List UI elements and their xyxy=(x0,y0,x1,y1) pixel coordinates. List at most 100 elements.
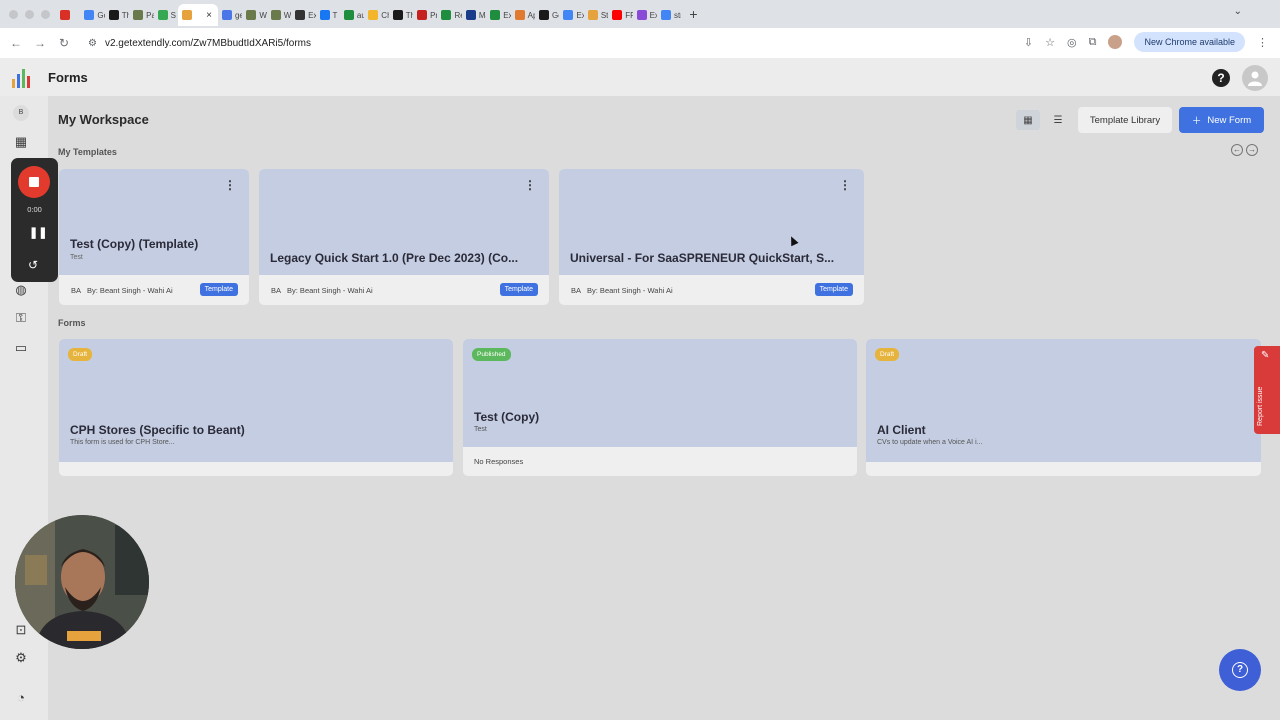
support-icon[interactable]: ◔ xyxy=(13,690,29,706)
author-initials: BA xyxy=(271,286,282,295)
browser-tab[interactable]: Step xyxy=(584,4,608,26)
help-icon[interactable]: ? xyxy=(1212,69,1230,87)
browser-tab[interactable]: × xyxy=(177,4,218,26)
new-form-label: New Form xyxy=(1207,114,1252,126)
browser-tab[interactable]: The xyxy=(105,4,129,26)
my-templates-heading: My Templates xyxy=(58,147,117,157)
site-info-icon[interactable]: ⚙ xyxy=(88,38,97,49)
tab-label: The xyxy=(121,10,130,20)
chat-icon[interactable]: ▭ xyxy=(13,340,29,356)
help-chat-button[interactable]: ? xyxy=(1219,649,1261,691)
template-library-button[interactable]: Template Library xyxy=(1078,107,1172,133)
scroll-right-icon[interactable]: → xyxy=(1246,144,1258,156)
browser-tab[interactable]: Chu xyxy=(364,4,389,26)
browser-tab[interactable]: Pay xyxy=(129,4,154,26)
gmail-icon xyxy=(60,10,70,20)
user-profile-icon[interactable] xyxy=(1242,65,1268,91)
form-title: AI Client xyxy=(877,423,926,437)
browser-tab[interactable]: Exte xyxy=(486,4,511,26)
template-card[interactable]: ⋮ Legacy Quick Start 1.0 (Pre Dec 2023) … xyxy=(259,169,549,305)
close-tab-icon[interactable]: × xyxy=(206,10,212,21)
forms-heading: Forms xyxy=(58,318,86,328)
maximize-window-icon[interactable] xyxy=(41,9,50,19)
form-card[interactable]: Draft CPH Stores (Specific to Beant) Thi… xyxy=(59,339,453,476)
browser-tab[interactable]: Exte xyxy=(291,4,316,26)
workspace-badge[interactable]: B xyxy=(13,105,29,121)
form-subtitle: Test xyxy=(474,426,487,433)
restart-icon[interactable]: ↺ xyxy=(28,258,38,272)
form-card[interactable]: Published Test (Copy) Test No Responses xyxy=(463,339,857,476)
install-app-icon[interactable]: ⇩ xyxy=(1024,36,1033,49)
browser-tab[interactable]: GoH xyxy=(535,4,559,26)
back-icon[interactable]: ← xyxy=(4,36,28,50)
browser-tabs: Goo The Pay S × getc Wah Wah Exte Tauth Chu The Pro R… xyxy=(56,0,681,28)
stop-recording-button[interactable] xyxy=(18,166,50,198)
google-icon xyxy=(84,10,95,20)
reload-icon[interactable]: ↻ xyxy=(52,36,76,50)
profile-avatar[interactable] xyxy=(1108,35,1123,49)
author-initials: BA xyxy=(571,286,582,295)
new-form-button[interactable]: ＋ New Form xyxy=(1179,107,1264,133)
browser-tab[interactable]: Exte xyxy=(559,4,584,26)
extensions-puzzle-icon[interactable]: ⧉ xyxy=(1089,36,1097,49)
close-window-icon[interactable] xyxy=(9,9,18,19)
browser-tab[interactable]: Mar xyxy=(462,4,486,26)
browser-tab[interactable]: FRE xyxy=(608,4,633,26)
more-options-icon[interactable]: ⋮ xyxy=(524,178,536,192)
tab-label: T xyxy=(332,10,338,20)
address-bar[interactable]: ⚙ v2.getextendly.com/Zw7MBbudtIdXARi5/fo… xyxy=(78,32,1068,54)
browser-tab[interactable]: Wah xyxy=(242,4,267,26)
dashboard-icon[interactable]: ▦ xyxy=(13,134,29,150)
tab-label: getc xyxy=(234,10,243,20)
browser-tab[interactable]: Rev xyxy=(437,4,462,26)
site-icon xyxy=(270,10,281,20)
lock-icon[interactable]: ⚿ xyxy=(13,310,29,326)
youtube-icon xyxy=(612,10,623,20)
new-tab-button[interactable]: + xyxy=(689,6,697,22)
list-view-icon[interactable]: ☰ xyxy=(1046,110,1070,130)
template-card[interactable]: ⋮ Universal - For SaaSPRENEUR QuickStart… xyxy=(559,169,864,305)
webcam-bubble[interactable] xyxy=(15,515,149,649)
browser-tab[interactable]: getc xyxy=(218,4,242,26)
browser-tab[interactable]: auth xyxy=(340,4,364,26)
pause-icon[interactable]: ❚❚ xyxy=(29,226,47,239)
browser-tab[interactable]: Pro xyxy=(413,4,437,26)
browser-toolbar: ← → ↻ ⚙ v2.getextendly.com/Zw7MBbudtIdXA… xyxy=(0,28,1280,58)
extension-icon[interactable]: ◎ xyxy=(1067,36,1077,49)
tab-label: Pay xyxy=(146,10,153,20)
browser-tab[interactable]: App xyxy=(511,4,535,26)
browser-tab[interactable]: Wah xyxy=(267,4,291,26)
extendly-icon xyxy=(587,10,598,20)
site-icon xyxy=(343,10,354,20)
tab-label: S xyxy=(170,10,176,20)
browser-tab[interactable]: T xyxy=(316,4,340,26)
tab-label: GoH xyxy=(552,10,559,20)
browser-tab[interactable]: S xyxy=(154,4,178,26)
template-author: BA By: Beant Singh - Wahi Ai xyxy=(271,286,373,295)
bookmark-star-icon[interactable]: ☆ xyxy=(1045,36,1055,49)
palette-icon[interactable]: ◍ xyxy=(13,282,29,298)
template-card[interactable]: ⋮ Test (Copy) (Template) Test BA By: Bea… xyxy=(59,169,249,305)
form-card[interactable]: Draft AI Client CVs to update when a Voi… xyxy=(866,339,1261,476)
minimize-window-icon[interactable] xyxy=(25,9,34,19)
browser-tab[interactable]: Exte xyxy=(633,4,657,26)
browser-tab[interactable]: The xyxy=(389,4,413,26)
page-title: Forms xyxy=(48,70,88,85)
browser-tab[interactable]: Goo xyxy=(80,4,105,26)
tab-search-icon[interactable]: ⌄ xyxy=(1234,6,1242,17)
grid-view-icon[interactable]: ▦ xyxy=(1016,110,1040,130)
new-chrome-available-button[interactable]: New Chrome available xyxy=(1134,32,1245,52)
settings-gear-icon[interactable]: ⚙ xyxy=(13,650,29,666)
report-issue-button[interactable]: ✎ Report issue xyxy=(1254,346,1280,434)
browser-tab[interactable] xyxy=(56,4,80,26)
more-options-icon[interactable]: ⋮ xyxy=(839,178,851,192)
bot-icon[interactable]: ⊡ xyxy=(13,622,29,638)
scroll-left-icon[interactable]: ← xyxy=(1231,144,1243,156)
plus-icon: ＋ xyxy=(1191,116,1202,127)
forward-icon[interactable]: → xyxy=(28,36,52,50)
drive-icon xyxy=(157,10,168,20)
more-options-icon[interactable]: ⋮ xyxy=(224,178,236,192)
menu-icon[interactable]: ⋮ xyxy=(1257,36,1268,49)
browser-tab[interactable]: stra xyxy=(657,4,681,26)
site-icon xyxy=(392,10,403,20)
